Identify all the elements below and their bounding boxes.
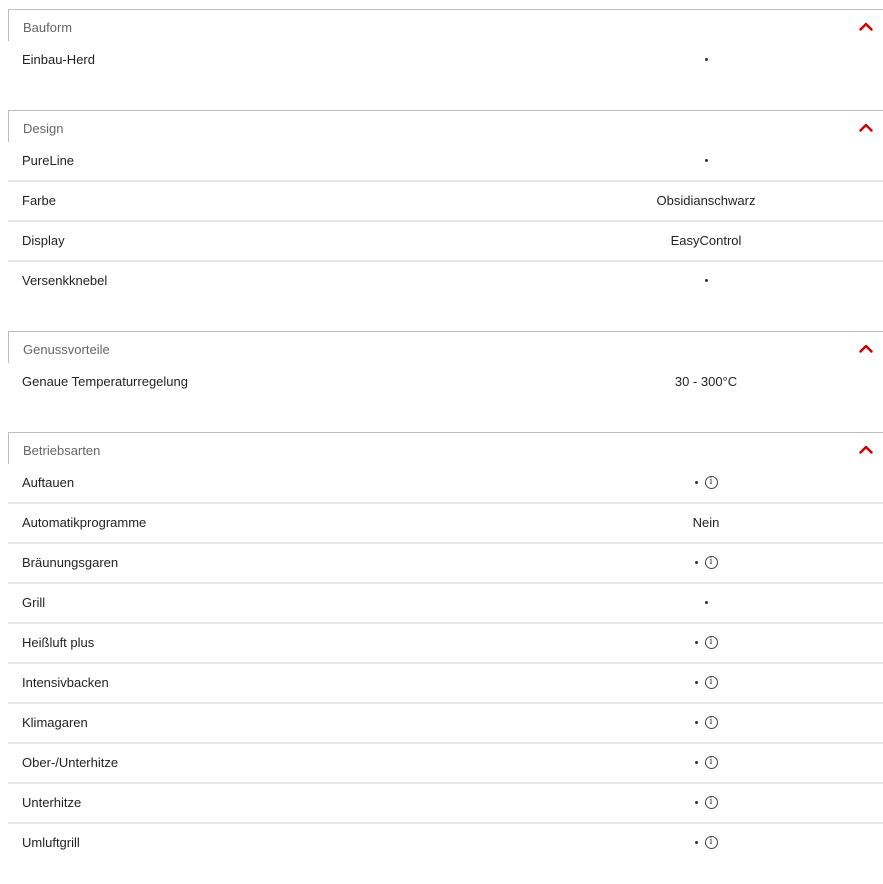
info-icon[interactable]: i [704, 476, 718, 490]
available-dot [704, 601, 708, 605]
available-dot [694, 641, 698, 645]
spec-value-text: EasyControl [670, 233, 742, 248]
spec-row-genaue-temperaturregelung: Genaue Temperaturregelung 30 - 300°C [8, 363, 883, 403]
chevron-up-icon[interactable] [859, 21, 873, 31]
spec-row-farbe: Farbe Obsidianschwarz [8, 182, 883, 222]
available-dot [694, 801, 698, 805]
section-betriebsarten: Betriebsarten Auftauen i Automatikprogramme… [8, 432, 883, 864]
spec-value: Obsidianschwarz [506, 193, 883, 209]
spec-label: Bräunungsgaren [22, 555, 119, 570]
info-icon[interactable]: i [704, 836, 718, 850]
spec-value: i [506, 715, 883, 731]
section-header-genussvorteile[interactable]: Genussvorteile [8, 331, 883, 363]
spec-value [506, 153, 883, 169]
section-header-design[interactable]: Design [8, 110, 883, 142]
available-dot [704, 159, 708, 163]
section-title: Genussvorteile [23, 342, 110, 357]
spec-value: 30 - 300°C [506, 374, 883, 390]
info-icon[interactable]: i [704, 636, 718, 650]
available-dot [694, 761, 698, 765]
spec-label: Grill [22, 595, 46, 610]
spec-row-einbau-herd: Einbau-Herd [8, 41, 883, 81]
spec-value: Nein [506, 515, 883, 531]
spec-row-intensivbacken: Intensivbacken i [8, 664, 883, 704]
chevron-up-icon[interactable] [859, 444, 873, 454]
info-icon[interactable]: i [704, 556, 718, 570]
spec-value: i [506, 555, 883, 571]
spec-value: i [506, 835, 883, 851]
spec-value-text: Nein [692, 515, 720, 530]
available-dot [694, 481, 698, 485]
section-title: Design [23, 121, 64, 136]
spec-value: EasyControl [506, 233, 883, 249]
available-dot [704, 279, 708, 283]
available-dot [694, 681, 698, 685]
info-icon[interactable]: i [704, 716, 718, 730]
section-bauform: Bauform Einbau-Herd [8, 9, 883, 81]
section-design: Design PureLine Farbe Obsidianschwarz Displa… [8, 110, 883, 302]
available-dot [694, 721, 698, 725]
spec-row-klimagaren: Klimagaren i [8, 704, 883, 744]
spec-label: Einbau-Herd [22, 52, 95, 67]
section-genussvorteile: Genussvorteile Genaue Temperaturregelung 3… [8, 331, 883, 403]
spec-value: i [506, 795, 883, 811]
spec-label: Umluftgrill [22, 835, 80, 850]
spec-value-text: Obsidianschwarz [656, 193, 756, 208]
spec-row-auftauen: Auftauen i [8, 464, 883, 504]
spec-value: i [506, 635, 883, 651]
available-dot [704, 58, 708, 62]
section-title: Betriebsarten [23, 443, 101, 458]
spec-label: Intensivbacken [22, 675, 109, 690]
spec-label: Display [22, 233, 65, 248]
spec-value [506, 52, 883, 68]
info-icon[interactable]: i [704, 756, 718, 770]
spec-label: Versenkknebel [22, 273, 108, 288]
spec-row-unterhitze: Unterhitze i [8, 784, 883, 824]
spec-row-automatikprogramme: Automatikprogramme Nein [8, 504, 883, 544]
spec-label: Ober-/Unterhitze [22, 755, 119, 770]
spec-label: Klimagaren [22, 715, 88, 730]
spec-value [506, 273, 883, 289]
spec-value: i [506, 475, 883, 491]
available-dot [694, 841, 698, 845]
section-header-bauform[interactable]: Bauform [8, 9, 883, 41]
spec-table: Bauform Einbau-Herd Design PureLine Farbe Obs… [0, 0, 883, 884]
spec-label: Unterhitze [22, 795, 82, 810]
spec-row-pureline: PureLine [8, 142, 883, 182]
spec-row-ober-unterhitze: Ober-/Unterhitze i [8, 744, 883, 784]
spec-value: i [506, 675, 883, 691]
spec-label: Auftauen [22, 475, 75, 490]
spec-label: PureLine [22, 153, 75, 168]
spec-row-display: Display EasyControl [8, 222, 883, 262]
spec-value-text: 30 - 300°C [674, 374, 738, 389]
spec-value [506, 595, 883, 611]
spec-label: Automatikprogramme [22, 515, 147, 530]
spec-label: Genaue Temperaturregelung [22, 374, 188, 389]
spec-label: Heißluft plus [22, 635, 95, 650]
section-header-betriebsarten[interactable]: Betriebsarten [8, 432, 883, 464]
chevron-up-icon[interactable] [859, 343, 873, 353]
info-icon[interactable]: i [704, 676, 718, 690]
spec-value: i [506, 755, 883, 771]
spec-row-grill: Grill [8, 584, 883, 624]
spec-row-heissluft-plus: Heißluft plus i [8, 624, 883, 664]
info-icon[interactable]: i [704, 796, 718, 810]
available-dot [694, 561, 698, 565]
spec-label: Farbe [22, 193, 56, 208]
spec-row-braeunungsgaren: Bräunungsgaren i [8, 544, 883, 584]
chevron-up-icon[interactable] [859, 122, 873, 132]
spec-row-versenkknebel: Versenkknebel [8, 262, 883, 302]
section-title: Bauform [23, 20, 73, 35]
spec-row-umluftgrill: Umluftgrill i [8, 824, 883, 864]
